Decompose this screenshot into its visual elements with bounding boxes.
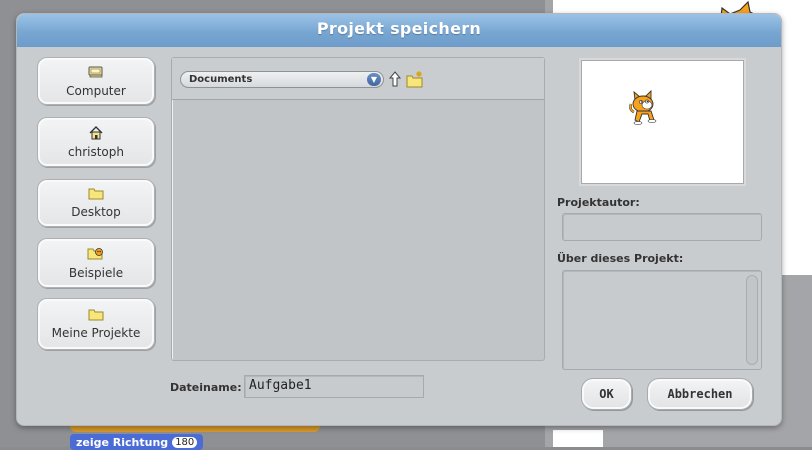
sidebar-item-label: Meine Projekte — [51, 326, 141, 340]
examples-icon — [87, 247, 105, 261]
file-browser[interactable]: Documents ▼ — [171, 57, 545, 361]
sprite-area — [553, 430, 603, 447]
save-project-dialog: Projekt speichern Computer christoph Des… — [16, 13, 782, 426]
author-label: Projektautor: — [557, 196, 640, 209]
thumbnail-cat-sprite — [629, 89, 657, 125]
dialog-title[interactable]: Projekt speichern — [17, 14, 781, 47]
script-block[interactable]: zeige Richtung 180 — [70, 434, 204, 450]
cancel-button[interactable]: Abbrechen — [647, 378, 753, 410]
author-input[interactable] — [562, 213, 762, 241]
up-arrow-icon[interactable] — [388, 71, 402, 92]
location-dropdown[interactable]: Documents ▼ — [180, 71, 384, 88]
about-scrollbar[interactable] — [746, 275, 758, 365]
folder-icon — [88, 308, 104, 321]
computer-icon — [88, 65, 104, 79]
sidebar-item-computer[interactable]: Computer — [37, 57, 155, 105]
sidebar-item-label: Desktop — [71, 205, 121, 219]
folder-icon — [88, 187, 104, 200]
about-label: Über dieses Projekt: — [557, 252, 684, 265]
sidebar-item-desktop[interactable]: Desktop — [37, 179, 155, 227]
location-dropdown-value: Documents — [189, 74, 253, 85]
chevron-down-icon[interactable]: ▼ — [367, 73, 381, 86]
sidebar-item-label: Beispiele — [68, 265, 124, 280]
ok-button[interactable]: OK — [581, 378, 632, 410]
project-thumbnail — [581, 60, 744, 184]
home-icon — [88, 125, 104, 140]
filename-label: Dateiname: — [170, 381, 242, 394]
about-textarea[interactable] — [562, 270, 762, 370]
script-block-value[interactable]: 180 — [172, 436, 198, 448]
sidebar-item-meine-projekte[interactable]: Meine Projekte — [37, 298, 155, 350]
sidebar-item-label: christoph — [68, 144, 124, 159]
file-browser-toolbar: Documents ▼ — [172, 58, 544, 100]
sidebar-item-label: Computer — [66, 83, 126, 98]
new-folder-icon[interactable] — [406, 71, 424, 92]
sidebar-item-christoph[interactable]: christoph — [37, 117, 155, 167]
sidebar-item-beispiele[interactable]: Beispiele — [37, 238, 155, 288]
filename-input[interactable]: Aufgabe1 — [244, 375, 424, 398]
